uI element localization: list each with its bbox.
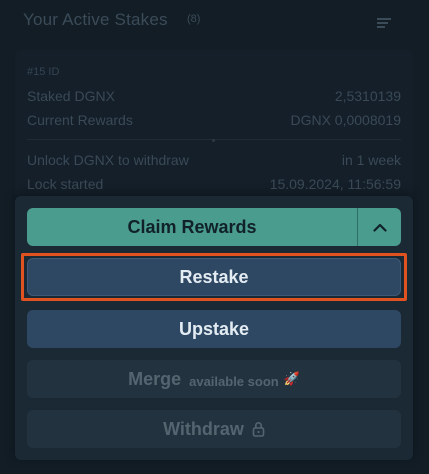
page-title: Your Active Stakes xyxy=(23,10,168,29)
lock-icon xyxy=(252,421,265,437)
claim-rewards-button[interactable]: Claim Rewards xyxy=(27,208,357,246)
unlock-label: Unlock DGNX to withdraw xyxy=(27,152,189,168)
merge-label: Merge xyxy=(128,368,182,389)
rewards-value: DGNX 0,0008019 xyxy=(290,112,401,128)
staked-value: 2,5310139 xyxy=(334,88,401,104)
restake-button[interactable]: Restake xyxy=(27,258,401,296)
restake-label: Restake xyxy=(179,266,249,287)
actions-toggle-button[interactable] xyxy=(357,208,401,246)
upstake-label: Upstake xyxy=(178,318,250,339)
upstake-button[interactable]: Upstake xyxy=(27,310,401,348)
merge-availability-note: available soon xyxy=(189,373,279,389)
stake-id: #15 ID xyxy=(27,66,60,78)
chevron-up-icon xyxy=(372,223,387,232)
withdraw-button[interactable]: Withdraw xyxy=(27,410,401,448)
lock-started-value: 15.09.2024, 11:56:59 xyxy=(269,176,401,192)
claim-rewards-group: Claim Rewards xyxy=(27,208,401,246)
staked-label: Staked DGNX xyxy=(27,88,115,104)
divider-dot xyxy=(212,139,215,142)
rewards-label: Current Rewards xyxy=(27,112,133,128)
lock-started-label: Lock started xyxy=(27,176,104,192)
rocket-icon: 🚀 xyxy=(283,371,300,386)
stakes-count: (8) xyxy=(187,13,201,25)
filter-lines-icon[interactable] xyxy=(377,18,391,28)
withdraw-label: Withdraw xyxy=(163,418,244,439)
unlock-value: in 1 week xyxy=(341,152,401,168)
merge-button[interactable]: Merge available soon 🚀 xyxy=(27,360,401,398)
